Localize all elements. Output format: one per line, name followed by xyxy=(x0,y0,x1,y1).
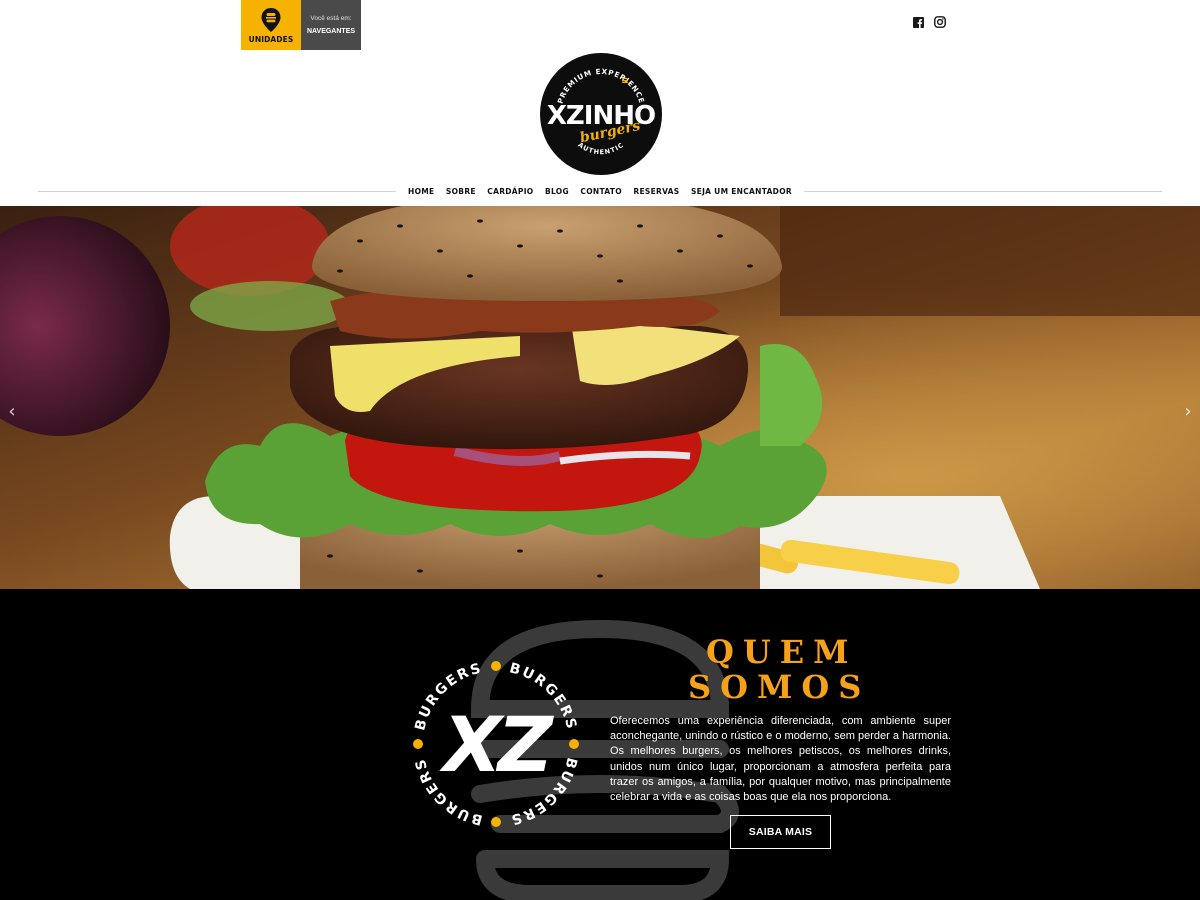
about-title: QUEM SOMOS xyxy=(688,635,868,705)
nav-sobre[interactable]: SOBRE xyxy=(446,187,476,196)
xz-burgers-badge: BURGERS BURGERS BURGERS BURGERS XZ xyxy=(412,660,579,828)
hero-next-arrow[interactable]: › xyxy=(1180,402,1196,422)
hero-slider: ‹ › xyxy=(0,206,1200,589)
about-text: Oferecemos uma experiência diferenciada,… xyxy=(610,715,951,804)
nav-blog[interactable]: BLOG xyxy=(545,187,569,196)
badge-xz: XZ xyxy=(439,700,555,789)
instagram-icon[interactable] xyxy=(932,14,948,30)
xzinho-logo[interactable]: PREMIUM EXPERIENCE XZINHO burgers AUTHEN… xyxy=(539,52,663,176)
nav-divider-right xyxy=(804,191,1162,192)
location-indicator[interactable]: Você está em: NAVEGANTES xyxy=(301,0,361,50)
burger-mini-icon xyxy=(622,77,628,83)
nav-reservas[interactable]: RESERVAS xyxy=(633,187,679,196)
nav-seja-um-encantador[interactable]: SEJA UM ENCANTADOR xyxy=(691,187,792,196)
about-title-line1: QUEM xyxy=(706,633,858,671)
map-pin-icon xyxy=(261,7,281,32)
nav-home[interactable]: HOME xyxy=(408,187,434,196)
about-title-line2: SOMOS xyxy=(688,668,871,706)
main-nav: HOME SOBRE CARDÁPIO BLOG CONTATO RESERVA… xyxy=(400,184,800,198)
location-city: NAVEGANTES xyxy=(306,28,356,35)
units-button[interactable]: UNIDADES xyxy=(241,0,301,50)
hero-prev-arrow[interactable]: ‹ xyxy=(4,402,20,422)
nav-divider-left xyxy=(38,191,396,192)
units-label: UNIDADES xyxy=(248,34,294,44)
about-section: BURGERS BURGERS BURGERS BURGERS XZ QUEM … xyxy=(0,589,1200,900)
location-prefix: Você está em: xyxy=(310,15,352,22)
facebook-icon[interactable] xyxy=(910,14,926,30)
saiba-mais-button[interactable]: SAIBA MAIS xyxy=(730,815,831,849)
hero-burger-image xyxy=(0,206,1200,589)
nav-contato[interactable]: CONTATO xyxy=(580,187,622,196)
nav-cardapio[interactable]: CARDÁPIO xyxy=(487,187,533,196)
